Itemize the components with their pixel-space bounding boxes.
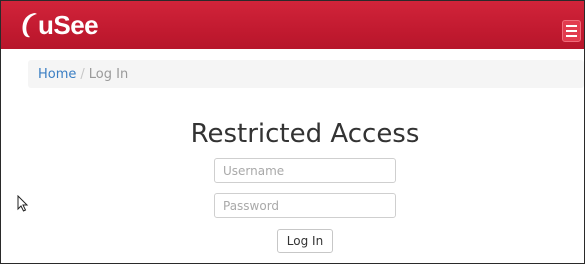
breadcrumb: Home / Log In [28, 60, 584, 88]
page-title: Restricted Access [190, 119, 420, 149]
login-button[interactable]: Log In [277, 229, 333, 253]
brand-logo[interactable]: uSee [18, 9, 99, 40]
breadcrumb-home-link[interactable]: Home [38, 67, 76, 82]
logo-text: uSee [38, 9, 99, 40]
logo-swoosh-icon [22, 13, 37, 38]
password-input[interactable] [214, 193, 396, 218]
breadcrumb-separator: / [80, 66, 85, 82]
mouse-cursor-icon [17, 195, 29, 212]
hamburger-menu-icon[interactable] [562, 20, 581, 42]
top-navbar: uSee [1, 1, 584, 49]
breadcrumb-current: Log In [88, 66, 129, 82]
username-input[interactable] [214, 158, 396, 183]
